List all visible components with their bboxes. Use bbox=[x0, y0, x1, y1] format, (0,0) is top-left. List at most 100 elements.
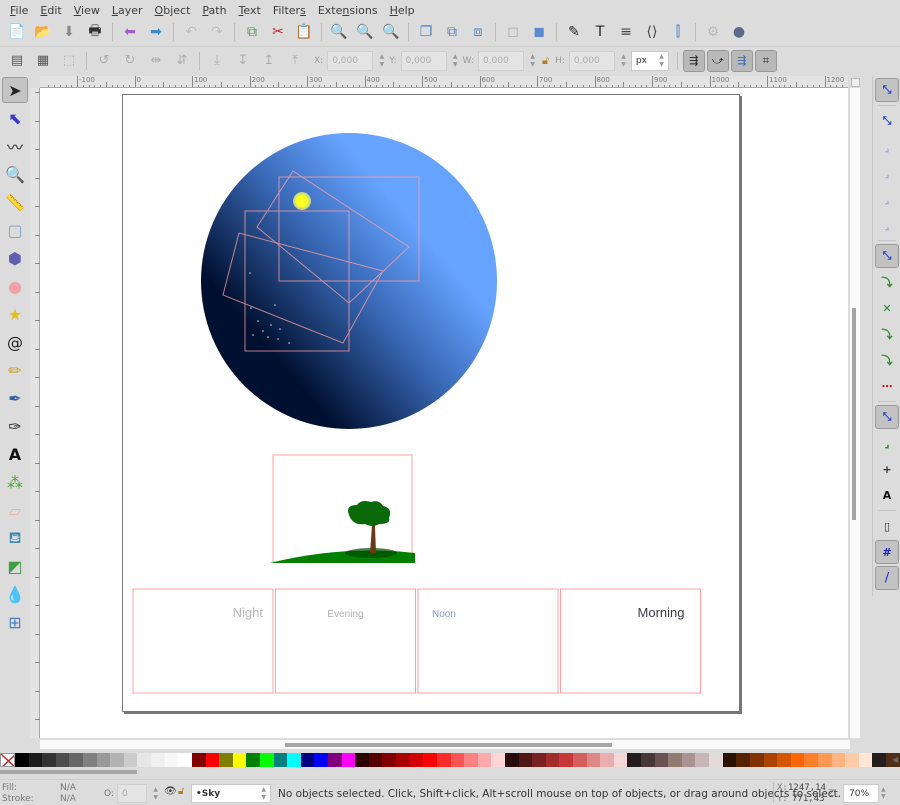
star-tool[interactable]: ★ bbox=[2, 301, 28, 327]
color-swatch[interactable] bbox=[749, 753, 764, 767]
zoom-spinner[interactable]: ▲ ▼ bbox=[881, 786, 886, 800]
snap-others-button[interactable]: ⤡ bbox=[875, 405, 899, 429]
measure-tool[interactable]: 📏 bbox=[2, 189, 28, 215]
snap-paths-button[interactable]: ⤵ bbox=[875, 270, 899, 294]
select-all-layers-button[interactable]: ▦ bbox=[32, 50, 54, 72]
color-swatch[interactable] bbox=[205, 753, 220, 767]
move-gradients-button[interactable]: ⇶ bbox=[730, 49, 753, 72]
color-swatch[interactable] bbox=[709, 753, 723, 767]
color-swatch[interactable] bbox=[15, 753, 29, 767]
menu-path[interactable]: Path bbox=[196, 4, 232, 17]
color-swatch[interactable] bbox=[817, 753, 832, 767]
flip-vertical-button[interactable]: ⇵ bbox=[171, 50, 193, 72]
color-swatch[interactable] bbox=[600, 753, 614, 767]
align-distribute-button[interactable]: ⫿ bbox=[667, 21, 689, 43]
menu-layer[interactable]: Layer bbox=[106, 4, 149, 17]
preferences-button[interactable]: ⚙ bbox=[702, 21, 724, 43]
lower-to-bottom-button[interactable]: ⤓ bbox=[206, 50, 228, 72]
color-swatch[interactable] bbox=[790, 753, 805, 767]
color-swatch[interactable] bbox=[559, 753, 573, 767]
snap-cusp-nodes-button[interactable]: ⤵ bbox=[875, 322, 899, 346]
color-swatch[interactable] bbox=[368, 753, 383, 767]
snap-text-baseline-button[interactable]: A bbox=[875, 483, 899, 507]
width-field[interactable]: 0,000 bbox=[477, 50, 535, 71]
eraser-tool[interactable]: ▱ bbox=[2, 497, 28, 523]
color-swatch[interactable] bbox=[627, 753, 642, 767]
y-field[interactable]: 0,000 bbox=[400, 50, 458, 71]
unit-select[interactable]: px bbox=[630, 50, 669, 71]
color-swatch[interactable] bbox=[777, 753, 791, 767]
color-swatch[interactable] bbox=[55, 753, 70, 767]
height-field[interactable]: 0,000 bbox=[568, 50, 626, 71]
color-swatch[interactable] bbox=[831, 753, 846, 767]
color-swatch[interactable] bbox=[532, 753, 546, 767]
rotate-cw-button[interactable]: ↻ bbox=[119, 50, 141, 72]
layers-button[interactable]: ≡ bbox=[615, 21, 637, 43]
color-swatch[interactable] bbox=[409, 753, 424, 767]
snap-page-border-button[interactable]: ▯ bbox=[875, 514, 899, 538]
canvas[interactable]: Night Evening Noon Morning bbox=[40, 88, 848, 738]
3d-box-tool[interactable]: ⬢ bbox=[2, 245, 28, 271]
lock-guides-icon[interactable] bbox=[851, 78, 860, 87]
color-swatch[interactable] bbox=[178, 753, 192, 767]
color-swatch[interactable] bbox=[42, 753, 56, 767]
text-tool[interactable]: A bbox=[2, 441, 28, 467]
select-all-button[interactable]: ▤ bbox=[6, 50, 28, 72]
raise-to-top-button[interactable]: ⤒ bbox=[284, 50, 306, 72]
color-swatch[interactable] bbox=[341, 753, 356, 767]
color-swatch[interactable] bbox=[137, 753, 152, 767]
menu-filters[interactable]: Filters bbox=[267, 4, 312, 17]
snap-toggle-button[interactable]: ⤡ bbox=[875, 78, 899, 102]
color-swatch[interactable] bbox=[396, 753, 410, 767]
menu-edit[interactable]: Edit bbox=[34, 4, 67, 17]
color-swatch[interactable] bbox=[382, 753, 397, 767]
color-swatch[interactable] bbox=[641, 753, 655, 767]
paste-button[interactable]: 📋 bbox=[293, 21, 315, 43]
pencil-tool[interactable]: ✏ bbox=[2, 357, 28, 383]
document-properties-button[interactable]: ● bbox=[728, 21, 750, 43]
menu-help[interactable]: Help bbox=[384, 4, 421, 17]
frame-landscape[interactable] bbox=[272, 454, 413, 563]
scale-corners-button[interactable]: ⤻ bbox=[706, 49, 729, 72]
color-swatch[interactable] bbox=[681, 753, 696, 767]
duplicate-button[interactable]: ❐ bbox=[415, 21, 437, 43]
menu-object[interactable]: Object bbox=[149, 4, 197, 17]
deselect-button[interactable]: ⬚ bbox=[58, 50, 80, 72]
fill-value[interactable]: N/A bbox=[60, 783, 76, 793]
color-swatch[interactable] bbox=[763, 753, 778, 767]
time-box-morning[interactable]: Morning bbox=[560, 588, 701, 694]
snap-bbox-center-button[interactable]: ⌟ bbox=[875, 213, 899, 237]
snap-bbox-edge-button[interactable]: ⌟ bbox=[875, 135, 899, 159]
dropper-tool[interactable]: 💧 bbox=[2, 581, 28, 607]
import-button[interactable]: ⬅ bbox=[119, 21, 141, 43]
color-swatch[interactable] bbox=[314, 753, 329, 767]
snap-guides-button[interactable]: ⧸ bbox=[875, 566, 899, 590]
snap-intersections-button[interactable]: ✕ bbox=[875, 296, 899, 320]
raise-button[interactable]: ↥ bbox=[258, 50, 280, 72]
fill-stroke-button[interactable]: ✎ bbox=[563, 21, 585, 43]
snap-bbox-button[interactable]: ⤡ bbox=[875, 109, 899, 133]
ellipse-tool[interactable]: ● bbox=[2, 273, 28, 299]
snap-nodes-button[interactable]: ⤡ bbox=[875, 244, 899, 268]
rectangle-tool[interactable]: ▢ bbox=[2, 217, 28, 243]
color-swatch[interactable] bbox=[695, 753, 710, 767]
menu-file[interactable]: File bbox=[4, 4, 34, 17]
x-field[interactable]: 0,000 bbox=[327, 50, 384, 71]
color-swatch[interactable] bbox=[287, 753, 301, 767]
color-swatch[interactable] bbox=[586, 753, 601, 767]
color-swatch[interactable] bbox=[464, 753, 478, 767]
color-swatch[interactable] bbox=[328, 753, 342, 767]
palette-menu-icon[interactable]: ◀ bbox=[892, 755, 898, 764]
zoom-drawing-button[interactable]: 🔍 bbox=[354, 21, 376, 43]
zoom-tool[interactable]: 🔍 bbox=[2, 161, 28, 187]
xml-editor-button[interactable]: ⟨⟩ bbox=[641, 21, 663, 43]
calligraphy-tool[interactable]: ✑ bbox=[2, 413, 28, 439]
menu-text[interactable]: Text bbox=[233, 4, 267, 17]
color-swatch[interactable] bbox=[572, 753, 587, 767]
color-swatch[interactable] bbox=[504, 753, 519, 767]
no-paint-swatch[interactable] bbox=[0, 753, 15, 767]
node-tool[interactable]: ⬉ bbox=[2, 105, 28, 131]
stroke-value[interactable]: N/A bbox=[60, 794, 76, 804]
menu-view[interactable]: View bbox=[68, 4, 106, 17]
snap-bbox-midpoint-button[interactable]: ⌟ bbox=[875, 187, 899, 211]
